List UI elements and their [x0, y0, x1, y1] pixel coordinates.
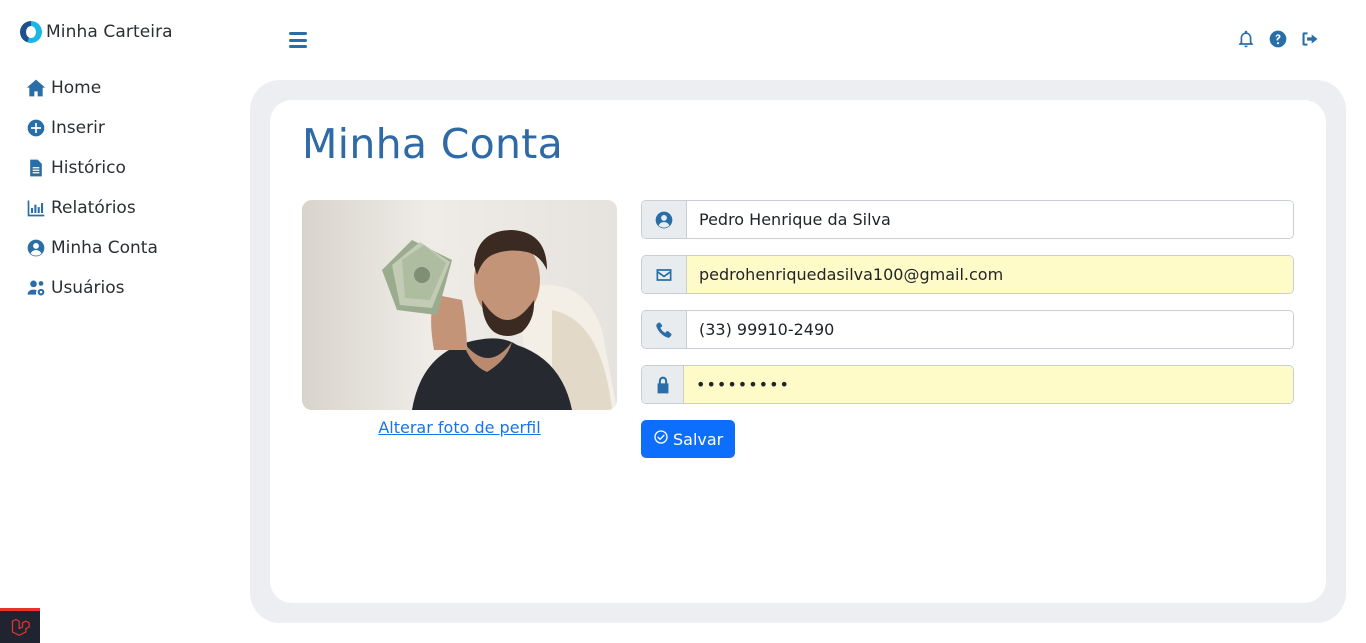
password-field[interactable] [684, 366, 1293, 403]
sidebar-item-label: Relatórios [51, 198, 136, 218]
change-photo-link[interactable]: Alterar foto de perfil [302, 418, 617, 437]
profile-photo [302, 200, 617, 410]
phone-field-group [641, 310, 1294, 349]
account-form: Salvar [641, 200, 1294, 458]
envelope-icon [642, 256, 687, 293]
sidebar-item-historico[interactable]: Histórico [26, 148, 158, 188]
page-title: Minha Conta [302, 120, 564, 168]
plus-circle-icon [26, 118, 46, 138]
save-button-label: Salvar [673, 429, 724, 449]
user-icon [642, 201, 687, 238]
email-field[interactable] [687, 256, 1293, 293]
sidebar-item-label: Home [51, 78, 102, 98]
sidebar-item-label: Histórico [51, 158, 126, 178]
bell-icon[interactable] [1236, 29, 1256, 49]
users-cog-icon [26, 278, 46, 298]
file-icon [26, 158, 46, 178]
sidebar-item-relatorios[interactable]: Relatórios [26, 188, 158, 228]
profile-photo-image [302, 200, 617, 410]
logout-icon[interactable] [1300, 29, 1320, 49]
save-button[interactable]: Salvar [641, 420, 736, 458]
sidebar-item-label: Minha Conta [51, 238, 158, 258]
brand-logo-icon [20, 21, 42, 43]
brand[interactable]: Minha Carteira [20, 21, 173, 43]
sidebar: Minha Carteira Home Inserir Histórico Re… [0, 0, 250, 643]
bar-chart-icon [26, 198, 46, 218]
check-circle-icon [653, 429, 669, 449]
help-icon[interactable] [1268, 29, 1288, 49]
lock-icon [642, 366, 684, 403]
password-field-group [641, 365, 1294, 404]
brand-name: Minha Carteira [46, 22, 173, 42]
main-content: Minha Conta Alterar foto de perfil Pedro… [250, 80, 1346, 623]
sidebar-item-home[interactable]: Home [26, 68, 158, 108]
account-card: Minha Conta Alterar foto de perfil Pedro… [270, 100, 1326, 603]
laravel-debugbar-icon[interactable] [0, 608, 40, 643]
phone-icon [642, 311, 687, 348]
hamburger-icon[interactable] [289, 32, 307, 48]
home-icon [26, 78, 46, 98]
name-field-group [641, 200, 1294, 239]
topbar-actions [1236, 29, 1320, 49]
phone-field[interactable] [687, 311, 1293, 348]
sidebar-item-inserir[interactable]: Inserir [26, 108, 158, 148]
email-field-group [641, 255, 1294, 294]
sidebar-item-label: Inserir [51, 118, 105, 138]
sidebar-item-label: Usuários [51, 278, 125, 298]
user-circle-icon [26, 238, 46, 258]
sidebar-item-minha-conta[interactable]: Minha Conta [26, 228, 158, 268]
name-field[interactable] [687, 201, 1293, 238]
sidebar-nav: Home Inserir Histórico Relatórios Minha … [26, 68, 158, 308]
sidebar-item-usuarios[interactable]: Usuários [26, 268, 158, 308]
